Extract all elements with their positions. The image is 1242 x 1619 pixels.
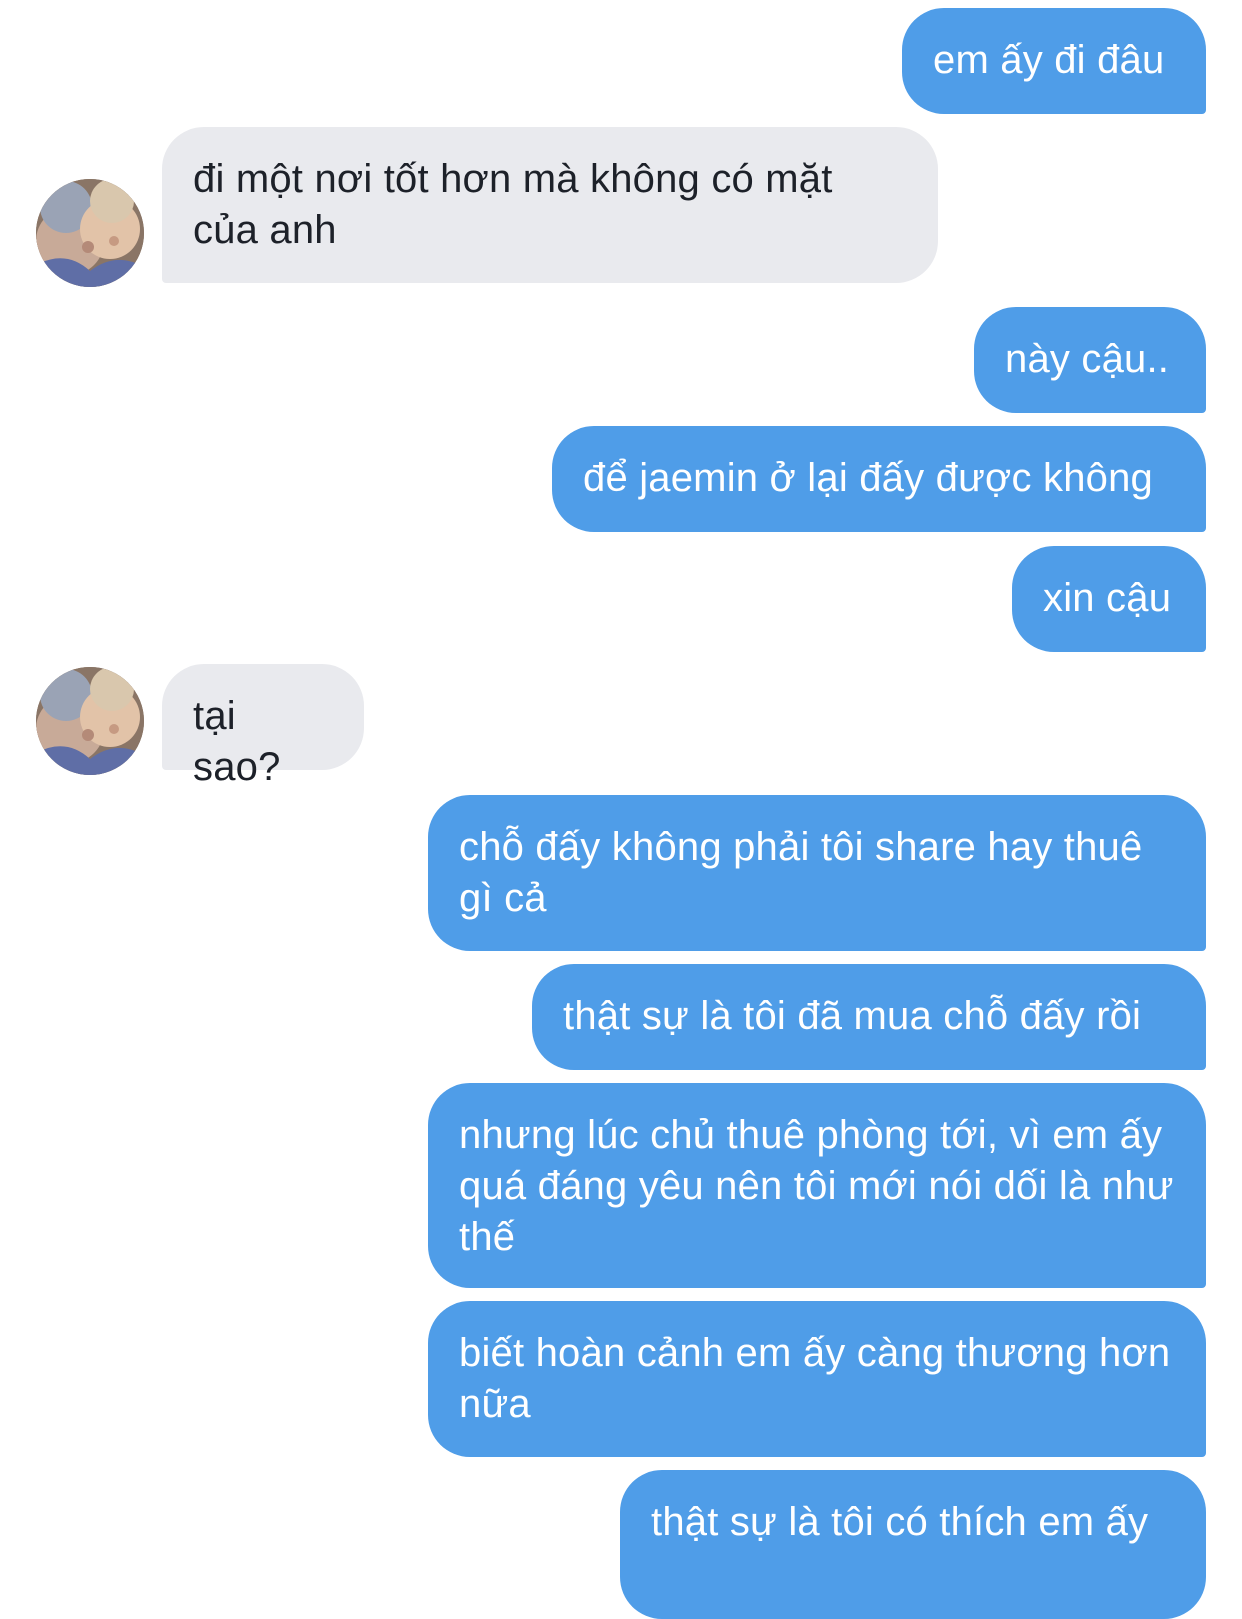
- message-text: chỗ đấy không phải tôi share hay thuê gì…: [459, 825, 1143, 920]
- contact-avatar[interactable]: [36, 667, 144, 775]
- message-bubble-outgoing[interactable]: này cậu..: [974, 307, 1206, 413]
- message-bubble-outgoing[interactable]: biết hoàn cảnh em ấy càng thương hơn nữa: [428, 1301, 1206, 1457]
- message-bubble-incoming[interactable]: tại sao?: [162, 664, 364, 789]
- contact-photo-avatar: [36, 179, 144, 287]
- message-bubble-outgoing[interactable]: em ấy đi đâu: [902, 8, 1206, 114]
- message-text: này cậu..: [1005, 337, 1170, 381]
- message-text: đi một nơi tốt hơn mà không có mặt của a…: [193, 157, 833, 252]
- message-text: xin cậu: [1043, 576, 1172, 620]
- message-text: em ấy đi đâu: [933, 38, 1165, 82]
- message-text: nhưng lúc chủ thuê phòng tới, vì em ấy q…: [459, 1113, 1174, 1259]
- message-text: thật sự là tôi có thích em ấy: [651, 1500, 1149, 1544]
- message-bubble-outgoing[interactable]: chỗ đấy không phải tôi share hay thuê gì…: [428, 795, 1206, 951]
- message-text: để jaemin ở lại đấy được không: [583, 456, 1153, 500]
- message-text: thật sự là tôi đã mua chỗ đấy rồi: [563, 994, 1142, 1038]
- chat-thread[interactable]: em ấy đi đâu đi một nơi tốt hơn mà không…: [0, 0, 1242, 1619]
- message-bubble-incoming[interactable]: đi một nơi tốt hơn mà không có mặt của a…: [162, 127, 938, 283]
- message-text: tại sao?: [193, 694, 281, 789]
- message-bubble-outgoing[interactable]: thật sự là tôi đã mua chỗ đấy rồi: [532, 964, 1206, 1070]
- message-text: biết hoàn cảnh em ấy càng thương hơn nữa: [459, 1331, 1171, 1426]
- contact-avatar[interactable]: [36, 179, 144, 287]
- message-bubble-outgoing[interactable]: nhưng lúc chủ thuê phòng tới, vì em ấy q…: [428, 1083, 1206, 1288]
- contact-photo-avatar: [36, 667, 144, 775]
- message-bubble-outgoing[interactable]: xin cậu: [1012, 546, 1206, 652]
- message-bubble-outgoing[interactable]: để jaemin ở lại đấy được không: [552, 426, 1206, 532]
- message-bubble-outgoing[interactable]: thật sự là tôi có thích em ấy: [620, 1470, 1206, 1619]
